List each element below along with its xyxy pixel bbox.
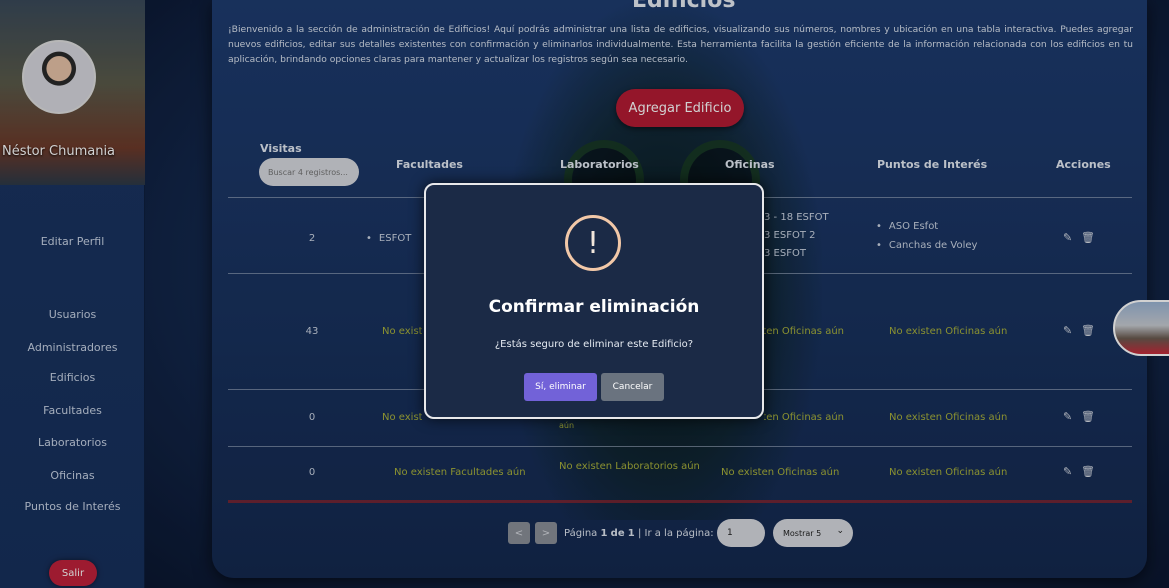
confirm-delete-button[interactable]: Sí, eliminar [524,373,597,401]
cancel-button[interactable]: Cancelar [601,373,664,401]
warning-icon: ! [565,215,621,271]
confirm-delete-dialog: ! Confirmar eliminación ¿Estás seguro de… [424,183,764,419]
dialog-title: Confirmar eliminación [488,297,700,317]
dialog-message: ¿Estás seguro de eliminar este Edificio? [494,339,694,350]
